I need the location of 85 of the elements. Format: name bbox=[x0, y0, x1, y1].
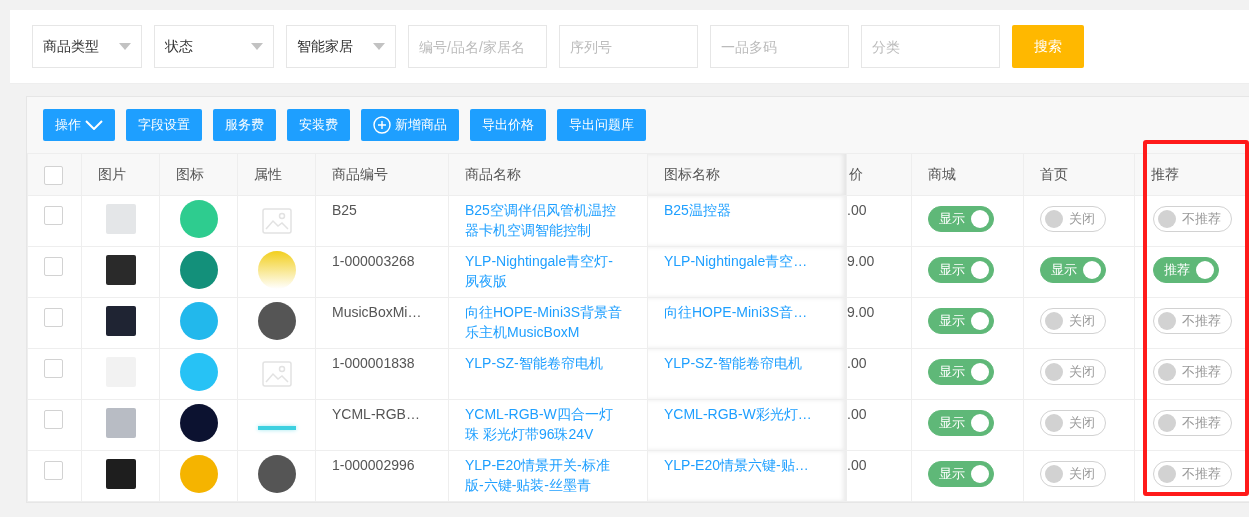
row-checkbox[interactable] bbox=[44, 308, 63, 327]
attribute-image bbox=[257, 301, 296, 340]
input-field[interactable]: 一品多码 bbox=[710, 25, 849, 68]
caret-icon bbox=[373, 43, 385, 50]
column-header: 推荐 bbox=[1151, 166, 1179, 182]
icon-image bbox=[179, 454, 218, 493]
toggle-switch[interactable]: 显示 bbox=[928, 257, 994, 283]
toolbar-button[interactable]: 安装费 bbox=[287, 109, 350, 141]
column-header: 首页 bbox=[1040, 166, 1068, 182]
row-checkbox[interactable] bbox=[44, 410, 63, 429]
column-header: 图标名称 bbox=[664, 166, 720, 182]
plus-circle-icon bbox=[373, 116, 391, 134]
row-checkbox[interactable] bbox=[44, 206, 63, 225]
price-text: .00 bbox=[847, 202, 867, 218]
input-field[interactable]: 分类 bbox=[861, 25, 1000, 68]
caret-icon bbox=[251, 43, 263, 50]
column-header: 图片 bbox=[98, 166, 126, 182]
toggle-switch[interactable]: 关闭 bbox=[1040, 461, 1106, 487]
toolbar-button[interactable]: 服务费 bbox=[213, 109, 276, 141]
row-checkbox[interactable] bbox=[44, 257, 63, 276]
product-photo bbox=[105, 458, 136, 489]
column-header: 商品名称 bbox=[465, 166, 521, 182]
attribute-image bbox=[257, 250, 296, 289]
price-text: .00 bbox=[847, 457, 867, 473]
toggle-switch[interactable]: 关闭 bbox=[1040, 359, 1106, 385]
toolbar-button[interactable]: 操作 bbox=[43, 109, 115, 141]
toggle-switch[interactable]: 不推荐 bbox=[1153, 206, 1232, 232]
toggle-switch[interactable]: 关闭 bbox=[1040, 206, 1106, 232]
attribute-image bbox=[257, 426, 296, 430]
product-code: MusicBoxMi… bbox=[332, 304, 422, 320]
toggle-switch[interactable]: 不推荐 bbox=[1153, 359, 1232, 385]
select-all-checkbox[interactable] bbox=[44, 165, 63, 185]
toggle-switch[interactable]: 推荐 bbox=[1153, 257, 1219, 283]
price-text: .00 bbox=[847, 355, 867, 371]
column-header: 属性 bbox=[254, 166, 282, 182]
icon-image bbox=[179, 250, 218, 289]
column-header: 商品编号 bbox=[332, 166, 388, 182]
toggle-switch[interactable]: 关闭 bbox=[1040, 410, 1106, 436]
price-text: 9.00 bbox=[847, 253, 875, 269]
dropdown-select[interactable]: 状态 bbox=[154, 25, 274, 68]
product-photo bbox=[105, 203, 136, 234]
product-photo bbox=[105, 407, 136, 438]
toggle-switch[interactable]: 显示 bbox=[928, 461, 994, 487]
toggle-switch[interactable]: 显示 bbox=[1040, 257, 1106, 283]
toolbar-button[interactable]: 新增商品 bbox=[361, 109, 459, 141]
image-placeholder-icon bbox=[261, 361, 292, 387]
toggle-switch[interactable]: 显示 bbox=[928, 308, 994, 334]
icon-name-link[interactable]: B25温控器 bbox=[664, 202, 731, 218]
product-code: 1-000002996 bbox=[332, 457, 415, 473]
toggle-switch[interactable]: 不推荐 bbox=[1153, 410, 1232, 436]
input-field[interactable]: 编号/品名/家居名 bbox=[408, 25, 547, 68]
attribute-image bbox=[257, 454, 296, 493]
caret-icon bbox=[119, 43, 131, 50]
price-text: .00 bbox=[847, 406, 867, 422]
column-header: 商城 bbox=[928, 166, 956, 182]
toolbar-button[interactable]: 导出价格 bbox=[470, 109, 546, 141]
image-placeholder-icon bbox=[261, 208, 292, 234]
product-photo bbox=[105, 254, 136, 285]
input-field[interactable]: 序列号 bbox=[559, 25, 698, 68]
icon-image bbox=[179, 403, 218, 442]
row-checkbox[interactable] bbox=[44, 359, 63, 378]
toggle-switch[interactable]: 不推荐 bbox=[1153, 461, 1232, 487]
product-code: YCML-RGB… bbox=[332, 406, 420, 422]
product-code: B25 bbox=[332, 202, 357, 218]
dropdown-select[interactable]: 商品类型 bbox=[32, 25, 142, 68]
toggle-switch[interactable]: 显示 bbox=[928, 410, 994, 436]
column-header: 图标 bbox=[176, 166, 204, 182]
toggle-switch[interactable]: 不推荐 bbox=[1153, 308, 1232, 334]
row-checkbox[interactable] bbox=[44, 461, 63, 480]
chevron-down-icon bbox=[85, 120, 103, 130]
toolbar-button[interactable]: 字段设置 bbox=[126, 109, 202, 141]
icon-image bbox=[179, 352, 218, 391]
toolbar-button[interactable]: 导出问题库 bbox=[557, 109, 646, 141]
column-header: 价 bbox=[849, 166, 863, 182]
product-code: 1-000001838 bbox=[332, 355, 415, 371]
toggle-switch[interactable]: 关闭 bbox=[1040, 308, 1106, 334]
search-button[interactable]: 搜索 bbox=[1012, 25, 1084, 68]
icon-image bbox=[179, 199, 218, 238]
toggle-switch[interactable]: 显示 bbox=[928, 359, 994, 385]
price-text: 9.00 bbox=[847, 304, 875, 320]
dropdown-select[interactable]: 智能家居 bbox=[286, 25, 396, 68]
icon-image bbox=[179, 301, 218, 340]
product-photo bbox=[105, 305, 136, 336]
product-code: 1-000003268 bbox=[332, 253, 415, 269]
toggle-switch[interactable]: 显示 bbox=[928, 206, 994, 232]
